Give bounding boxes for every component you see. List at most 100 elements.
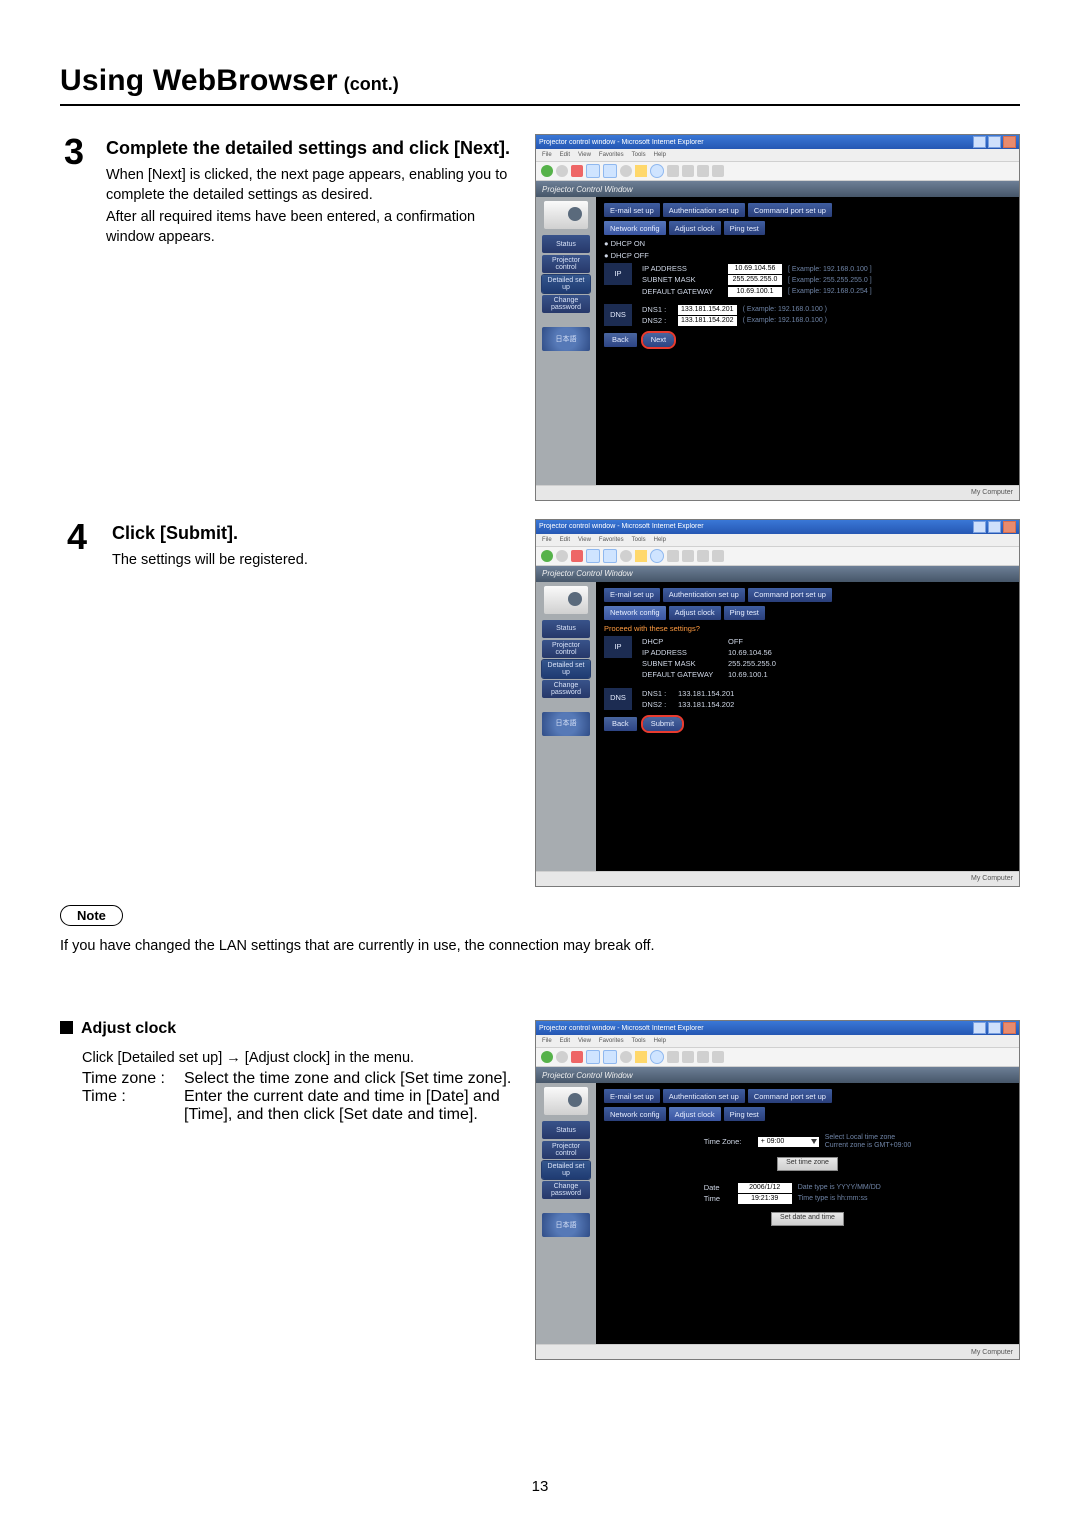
refresh-icon[interactable] — [586, 549, 600, 563]
discuss-icon[interactable] — [712, 550, 724, 562]
back-icon[interactable] — [541, 1051, 553, 1063]
mail-icon[interactable] — [682, 1051, 694, 1063]
home-icon[interactable] — [603, 549, 617, 563]
close-button[interactable] — [1003, 521, 1016, 533]
minimize-button[interactable] — [973, 136, 986, 148]
set-time-zone-button[interactable]: Set time zone — [777, 1157, 838, 1171]
menu-favorites[interactable]: Favorites — [599, 1038, 624, 1044]
menu-edit[interactable]: Edit — [560, 1038, 570, 1044]
sidebar-item-projector-control[interactable]: Projector control — [542, 640, 590, 658]
search-icon[interactable] — [620, 165, 632, 177]
sidebar-item-detailed-setup[interactable]: Detailed set up — [542, 660, 590, 678]
tab-adjust-clock[interactable]: Adjust clock — [669, 221, 721, 235]
sidebar-item-projector-control[interactable]: Projector control — [542, 1141, 590, 1159]
tab-network[interactable]: Network config — [604, 1107, 666, 1121]
dhcp-on-option[interactable]: ● DHCP ON — [604, 239, 1011, 249]
sidebar-item-change-password[interactable]: Change password — [542, 295, 590, 313]
time-input[interactable]: 19:21:39 — [738, 1194, 792, 1204]
menu-file[interactable]: File — [542, 152, 552, 158]
tab-email[interactable]: E-mail set up — [604, 203, 660, 217]
close-button[interactable] — [1003, 1022, 1016, 1034]
print-icon[interactable] — [697, 1051, 709, 1063]
menu-edit[interactable]: Edit — [560, 537, 570, 543]
sidebar-item-projector-control[interactable]: Projector control — [542, 255, 590, 273]
menu-file[interactable]: File — [542, 537, 552, 543]
tab-comm[interactable]: Command port set up — [748, 588, 832, 602]
favorites-icon[interactable] — [635, 1051, 647, 1063]
back-button[interactable]: Back — [604, 333, 637, 347]
discuss-icon[interactable] — [712, 1051, 724, 1063]
history-icon[interactable] — [667, 165, 679, 177]
refresh-icon[interactable] — [586, 1050, 600, 1064]
menu-tools[interactable]: Tools — [632, 152, 646, 158]
tab-network[interactable]: Network config — [604, 606, 666, 620]
sidebar-item-status[interactable]: Status — [542, 1121, 590, 1139]
discuss-icon[interactable] — [712, 165, 724, 177]
tab-ping[interactable]: Ping test — [724, 1107, 765, 1121]
submit-button[interactable]: Submit — [643, 717, 682, 731]
sidebar-item-detailed-setup[interactable]: Detailed set up — [542, 275, 590, 293]
tab-comm[interactable]: Command port set up — [748, 1089, 832, 1103]
dns1-input[interactable]: 133.181.154.201 — [678, 305, 737, 315]
gateway-input[interactable]: 10.69.100.1 — [728, 287, 782, 297]
menu-help[interactable]: Help — [654, 152, 666, 158]
print-icon[interactable] — [697, 165, 709, 177]
sidebar-item-japanese[interactable]: 日本語 — [542, 1213, 590, 1237]
sidebar-item-change-password[interactable]: Change password — [542, 680, 590, 698]
set-date-time-button[interactable]: Set date and time — [771, 1212, 844, 1226]
timezone-select[interactable]: + 09:00 — [758, 1137, 819, 1147]
back-button[interactable]: Back — [604, 717, 637, 731]
menu-favorites[interactable]: Favorites — [599, 537, 624, 543]
back-icon[interactable] — [541, 550, 553, 562]
menu-tools[interactable]: Tools — [632, 537, 646, 543]
menu-help[interactable]: Help — [654, 1038, 666, 1044]
forward-icon[interactable] — [556, 550, 568, 562]
menu-edit[interactable]: Edit — [560, 152, 570, 158]
sidebar-item-detailed-setup[interactable]: Detailed set up — [542, 1161, 590, 1179]
ip-address-input[interactable]: 10.69.104.56 — [728, 264, 782, 274]
history-icon[interactable] — [667, 550, 679, 562]
search-icon[interactable] — [620, 1051, 632, 1063]
search-icon[interactable] — [620, 550, 632, 562]
stop-icon[interactable] — [571, 1051, 583, 1063]
print-icon[interactable] — [697, 550, 709, 562]
date-input[interactable]: 2006/1/12 — [738, 1183, 792, 1193]
menu-view[interactable]: View — [578, 537, 591, 543]
media-icon[interactable] — [650, 1050, 664, 1064]
tab-auth[interactable]: Authentication set up — [663, 203, 745, 217]
forward-icon[interactable] — [556, 1051, 568, 1063]
subnet-input[interactable]: 255.255.255.0 — [728, 275, 782, 285]
tab-ping[interactable]: Ping test — [724, 221, 765, 235]
menu-view[interactable]: View — [578, 1038, 591, 1044]
tab-email[interactable]: E-mail set up — [604, 588, 660, 602]
tab-email[interactable]: E-mail set up — [604, 1089, 660, 1103]
tab-comm[interactable]: Command port set up — [748, 203, 832, 217]
sidebar-item-japanese[interactable]: 日本語 — [542, 712, 590, 736]
tab-ping[interactable]: Ping test — [724, 606, 765, 620]
maximize-button[interactable] — [988, 1022, 1001, 1034]
media-icon[interactable] — [650, 164, 664, 178]
media-icon[interactable] — [650, 549, 664, 563]
forward-icon[interactable] — [556, 165, 568, 177]
menu-tools[interactable]: Tools — [632, 1038, 646, 1044]
tab-auth[interactable]: Authentication set up — [663, 588, 745, 602]
tab-auth[interactable]: Authentication set up — [663, 1089, 745, 1103]
refresh-icon[interactable] — [586, 164, 600, 178]
favorites-icon[interactable] — [635, 550, 647, 562]
sidebar-item-status[interactable]: Status — [542, 235, 590, 253]
home-icon[interactable] — [603, 164, 617, 178]
sidebar-item-change-password[interactable]: Change password — [542, 1181, 590, 1199]
mail-icon[interactable] — [682, 165, 694, 177]
menu-favorites[interactable]: Favorites — [599, 152, 624, 158]
menu-view[interactable]: View — [578, 152, 591, 158]
sidebar-item-japanese[interactable]: 日本語 — [542, 327, 590, 351]
next-button[interactable]: Next — [643, 333, 674, 347]
mail-icon[interactable] — [682, 550, 694, 562]
maximize-button[interactable] — [988, 136, 1001, 148]
dns2-input[interactable]: 133.181.154.202 — [678, 316, 737, 326]
tab-network[interactable]: Network config — [604, 221, 666, 235]
menu-file[interactable]: File — [542, 1038, 552, 1044]
minimize-button[interactable] — [973, 521, 986, 533]
sidebar-item-status[interactable]: Status — [542, 620, 590, 638]
stop-icon[interactable] — [571, 165, 583, 177]
